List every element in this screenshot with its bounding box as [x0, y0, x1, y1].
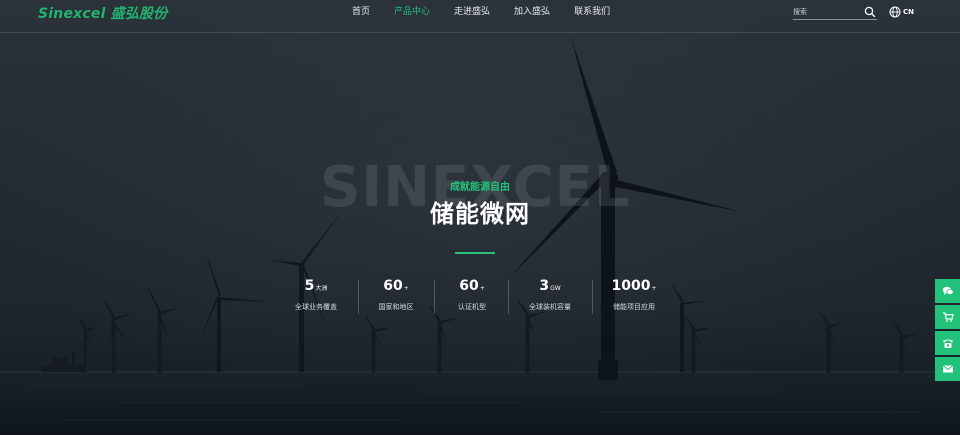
mail-icon: [942, 365, 953, 373]
chat-button[interactable]: [935, 279, 960, 303]
language-label: CN: [903, 8, 914, 16]
stat-item: 5大洲 全球业务覆盖: [276, 276, 356, 312]
stats-row: 5大洲 全球业务覆盖 60+ 国家和地区 60+ 认证机型 3GW 全球装机容量…: [276, 276, 688, 316]
mail-button[interactable]: [935, 357, 960, 381]
nav-item-home[interactable]: 首页: [340, 5, 382, 19]
phone-icon: [942, 339, 953, 348]
stat-value: 60+: [383, 278, 409, 294]
language-switcher[interactable]: CN: [889, 6, 914, 18]
stat-label: 认证机型: [458, 303, 486, 311]
stat-item: 60+ 认证机型: [432, 276, 512, 312]
nav-item-about[interactable]: 走进盛弘: [442, 5, 502, 19]
cart-icon: [942, 312, 954, 322]
stat-label: 储能项目应用: [613, 303, 655, 311]
site-logo[interactable]: Sinexcel 盛弘股份: [38, 3, 167, 23]
stat-value: 1000+: [611, 278, 657, 294]
stat-divider: [592, 280, 593, 314]
hero-slogan: 成就能源自由: [450, 182, 510, 193]
phone-button[interactable]: [935, 331, 960, 355]
search-icon[interactable]: [864, 6, 876, 18]
nav-item-contact[interactable]: 联系我们: [562, 5, 622, 19]
stat-label: 国家和地区: [378, 303, 414, 311]
cart-button[interactable]: [935, 305, 960, 329]
stat-label: 全球装机容量: [529, 303, 571, 311]
nav-item-products[interactable]: 产品中心: [382, 5, 442, 19]
site-header: Sinexcel 盛弘股份 首页 产品中心 走进盛弘 加入盛弘 联系我们 CN: [0, 0, 960, 33]
hero-banner: Sinexcel 盛弘股份 首页 产品中心 走进盛弘 加入盛弘 联系我们 CN …: [0, 0, 960, 435]
hero-title: 储能微网: [430, 200, 530, 228]
stat-value: 60+: [459, 278, 485, 294]
stat-item: 1000+ 储能项目应用: [594, 276, 674, 312]
floating-contact-bar: [935, 279, 960, 383]
title-accent-bar: [455, 252, 495, 254]
stat-value: 3GW: [539, 278, 561, 294]
search-box: [793, 5, 877, 20]
stat-label: 全球业务覆盖: [295, 303, 337, 311]
main-nav: 首页 产品中心 走进盛弘 加入盛弘 联系我们: [340, 5, 622, 19]
stat-divider: [508, 280, 509, 314]
stat-item: 60+ 国家和地区: [356, 276, 436, 312]
globe-icon: [889, 6, 901, 18]
nav-item-careers[interactable]: 加入盛弘: [502, 5, 562, 19]
chat-icon: [942, 286, 954, 295]
stat-value: 5大洲: [304, 278, 328, 294]
search-input[interactable]: [793, 5, 857, 19]
stat-item: 3GW 全球装机容量: [510, 276, 590, 312]
